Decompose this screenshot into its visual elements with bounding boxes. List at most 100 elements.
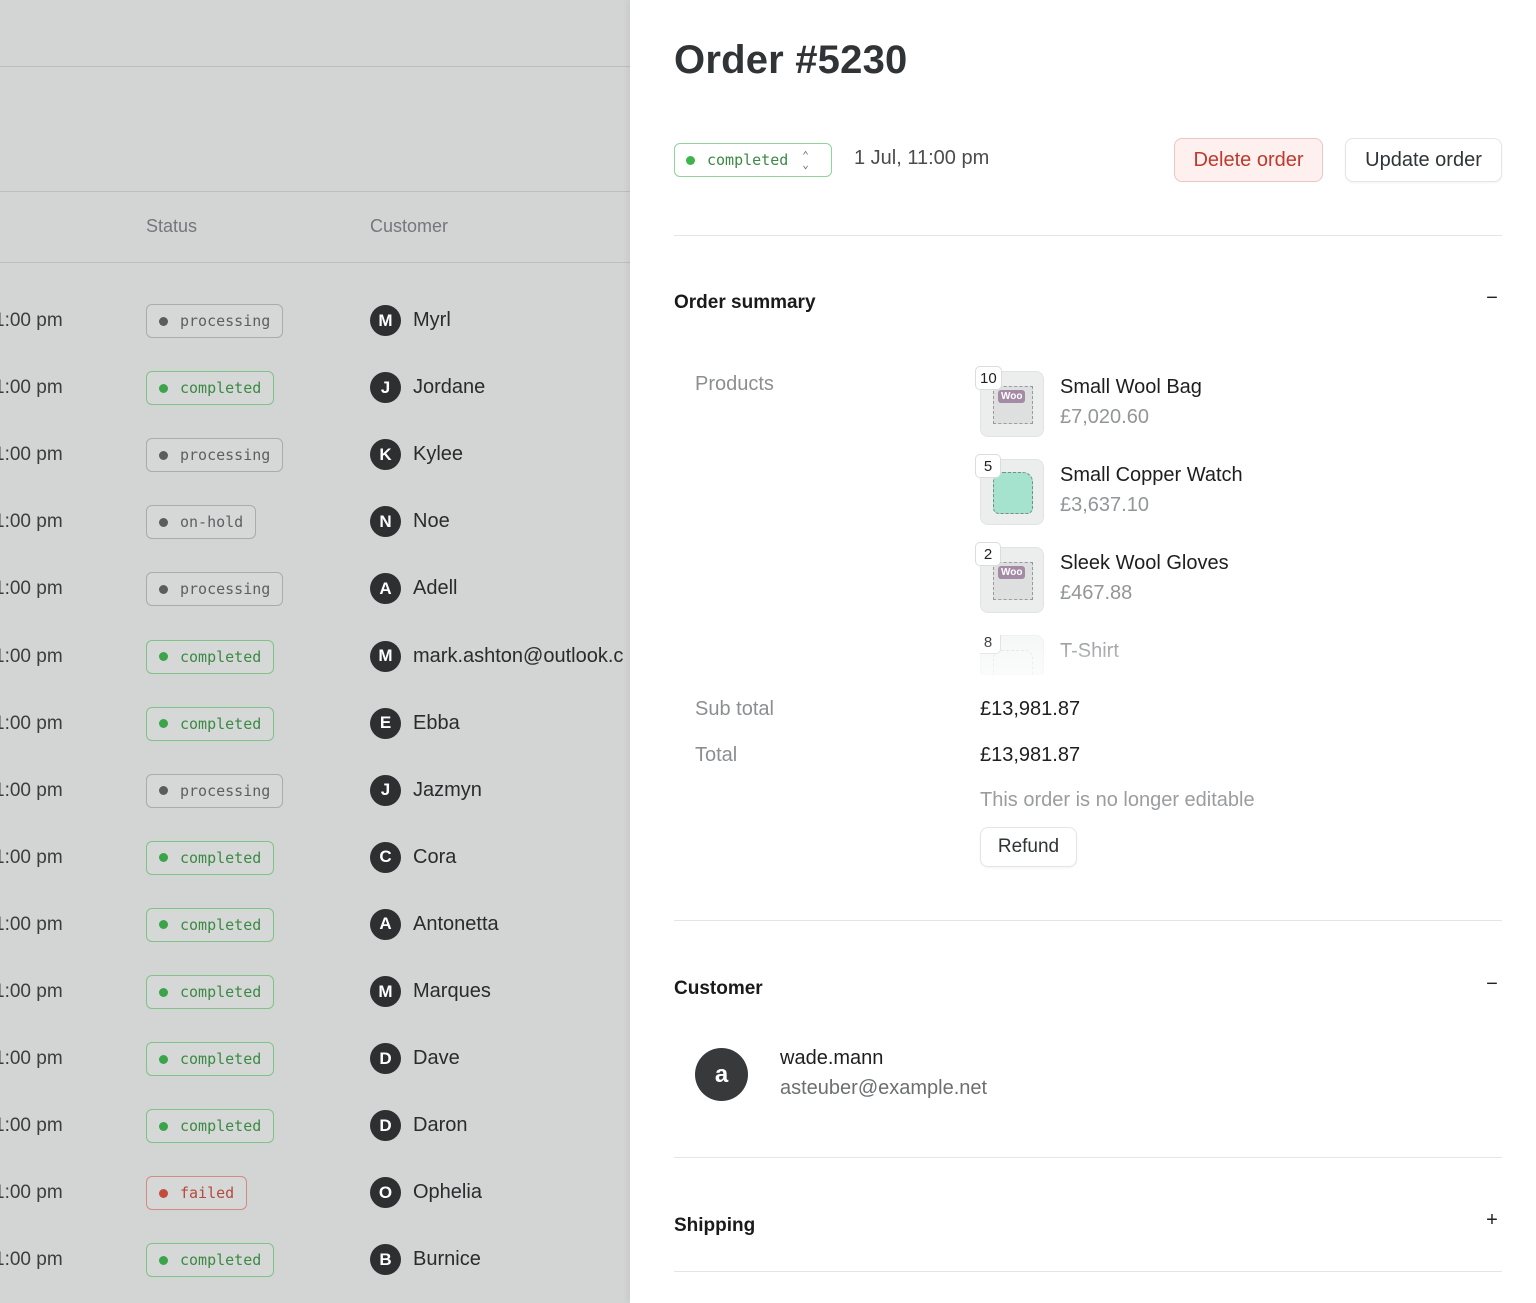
customer-cell: M Myrl: [370, 305, 451, 336]
refund-button[interactable]: Refund: [980, 827, 1077, 867]
total-label: Total: [695, 744, 738, 766]
avatar: A: [370, 908, 401, 940]
customer-cell: E Ebba: [370, 707, 460, 739]
table-row[interactable]: 1:00 pm completed M Marques: [0, 974, 630, 1041]
column-header-status[interactable]: Status: [146, 216, 197, 237]
product-item[interactable]: 8 T-Shirt: [980, 635, 1380, 675]
collapse-icon[interactable]: −: [1482, 973, 1502, 996]
customer-cell: D Daron: [370, 1110, 467, 1142]
status-select-value: completed: [707, 151, 789, 169]
table-row[interactable]: 1:00 pm completed Mmark.ashton@outlook.c: [0, 639, 630, 706]
product-name: Small Copper Watch: [1060, 464, 1243, 486]
customer-name: Adell: [413, 577, 458, 600]
expand-icon[interactable]: +: [1482, 1209, 1502, 1232]
status-badge: completed: [146, 1243, 275, 1278]
table-row[interactable]: 1:00 pm processing A Adell: [0, 571, 630, 638]
order-time: 1:00 pm: [0, 1048, 63, 1070]
status-dot-icon: [159, 1054, 168, 1064]
status-badge: completed: [146, 706, 275, 741]
order-time: 1:00 pm: [0, 846, 63, 868]
order-time: 1:00 pm: [0, 913, 63, 935]
order-date: 1 Jul, 11:00 pm: [854, 147, 990, 169]
status-badge-label: completed: [180, 1117, 262, 1136]
status-badge-label: completed: [180, 379, 262, 398]
table-row[interactable]: 1:00 pm on-hold N Noe: [0, 504, 630, 571]
subtotal-value: £13,981.87: [980, 698, 1081, 720]
table-row[interactable]: 1:00 pm processing M Myrl: [0, 303, 630, 370]
avatar: D: [370, 1043, 401, 1075]
order-time: 1:00 pm: [0, 444, 63, 466]
table-row[interactable]: 1:00 pm completed C Cora: [0, 840, 630, 907]
customer-name: Ophelia: [413, 1181, 482, 1204]
quantity-badge: 5: [975, 454, 1001, 478]
status-badge: processing: [146, 572, 284, 607]
quantity-badge: 2: [975, 542, 1001, 566]
order-time: 1:00 pm: [0, 645, 63, 667]
table-row[interactable]: 1:00 pm completed D Dave: [0, 1041, 630, 1108]
table-row[interactable]: 1:00 pm completed J Jordane: [0, 370, 630, 437]
product-item[interactable]: Woo 10 Small Wool Bag £7,020.60: [975, 366, 1380, 441]
status-badge: completed: [146, 840, 275, 875]
order-time: 1:00 pm: [0, 578, 63, 600]
customer-cell: A Antonetta: [370, 908, 499, 940]
product-name: Small Wool Bag: [1060, 376, 1202, 398]
status-badge: completed: [146, 907, 275, 942]
status-dot-icon: [159, 1188, 168, 1198]
customer-cell: K Kylee: [370, 439, 463, 471]
status-dot-icon: [159, 987, 168, 997]
avatar: E: [370, 707, 401, 739]
table-row[interactable]: 1:00 pm completed A Antonetta: [0, 907, 630, 974]
status-badge: processing: [146, 304, 284, 338]
order-summary-heading[interactable]: Order summary: [674, 292, 816, 314]
customer-name: Dave: [413, 1047, 460, 1070]
table-row[interactable]: 1:00 pm failed O Ophelia: [0, 1175, 630, 1242]
customer-name: Noe: [413, 510, 450, 533]
avatar: J: [370, 774, 401, 806]
avatar: M: [370, 305, 401, 336]
not-editable-note: This order is no longer editable: [980, 789, 1255, 811]
quantity-badge: 10: [975, 366, 1002, 390]
shipping-heading[interactable]: Shipping: [674, 1215, 755, 1237]
status-dot-icon: [159, 383, 168, 393]
status-badge-label: processing: [180, 781, 271, 800]
customer-name: Cora: [413, 845, 457, 868]
order-time: 1:00 pm: [0, 779, 63, 801]
collapse-icon[interactable]: −: [1482, 287, 1502, 310]
status-badge: processing: [146, 438, 284, 473]
total-value: £13,981.87: [980, 744, 1081, 766]
customer-heading[interactable]: Customer: [674, 978, 763, 1000]
product-item[interactable]: 5 Small Copper Watch £3,637.10: [975, 454, 1380, 529]
status-dot-icon: [159, 316, 168, 326]
order-detail-drawer: Order #5230 completed ⌃ ⌄ 1 Jul, 11:00 pm…: [630, 0, 1536, 1303]
table-row[interactable]: 1:00 pm completed D Daron: [0, 1108, 630, 1175]
order-time: 1:00 pm: [0, 981, 63, 1002]
order-time: 1:00 pm: [0, 1115, 63, 1137]
customer-cell: Mmark.ashton@outlook.c: [370, 640, 624, 672]
update-order-button[interactable]: Update order: [1345, 138, 1502, 182]
status-badge: failed: [146, 1176, 248, 1211]
status-badge-label: processing: [180, 312, 271, 330]
quantity-badge: 8: [980, 635, 1001, 654]
column-header-customer[interactable]: Customer: [370, 216, 448, 237]
status-badge-label: completed: [180, 848, 262, 867]
customer-cell: C Cora: [370, 841, 457, 873]
product-item[interactable]: Woo 2 Sleek Wool Gloves £467.88: [975, 542, 1380, 617]
customer-name: mark.ashton@outlook.c: [413, 644, 624, 667]
product-name: T-Shirt: [1060, 640, 1119, 662]
status-badge: completed: [146, 975, 275, 1009]
customer-cell: M Marques: [370, 976, 491, 1007]
table-row[interactable]: 1:00 pm processing J Jazmyn: [0, 773, 630, 840]
product-price: £3,637.10: [1060, 494, 1149, 516]
avatar: C: [370, 841, 401, 873]
customer-name: Myrl: [413, 309, 451, 331]
table-row[interactable]: 1:00 pm completed B Burnice: [0, 1242, 630, 1303]
table-row[interactable]: 1:00 pm processing K Kylee: [0, 437, 630, 504]
order-time: 1:00 pm: [0, 712, 63, 734]
divider: [0, 262, 630, 263]
avatar: B: [370, 1244, 401, 1276]
table-row[interactable]: 1:00 pm completed E Ebba: [0, 706, 630, 773]
customer-cell: A Adell: [370, 573, 458, 605]
delete-order-button[interactable]: Delete order: [1174, 138, 1323, 182]
status-select[interactable]: completed ⌃ ⌄: [674, 143, 832, 177]
customer-cell: O Ophelia: [370, 1177, 482, 1209]
